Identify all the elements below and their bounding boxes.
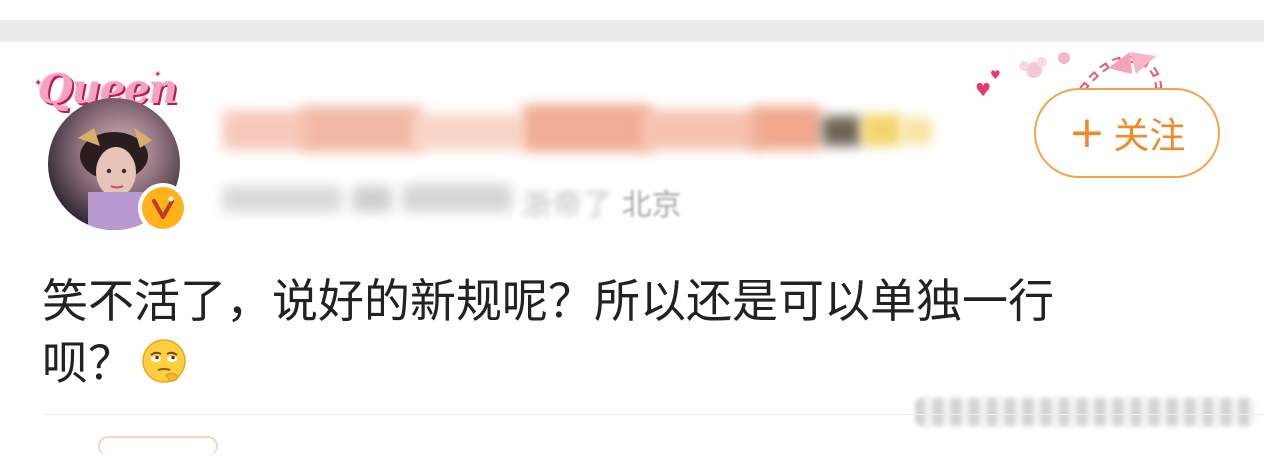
heart-icon: ♥ xyxy=(975,80,992,101)
next-item-partial xyxy=(98,436,218,456)
watermark-blurred xyxy=(915,394,1255,430)
comment-line-2: 呗？ xyxy=(42,332,1222,394)
username-blurred[interactable] xyxy=(222,100,942,160)
verified-badge xyxy=(138,183,188,233)
card-separator xyxy=(0,20,1264,42)
heart-icon: ♥ xyxy=(990,68,1001,82)
top-blank xyxy=(0,0,1264,20)
divider xyxy=(44,414,1264,415)
sparkle-icon: ✦ xyxy=(34,78,43,89)
follow-label: 关注 xyxy=(1113,116,1186,157)
comment-text: 笑不活了，说好的新规呢？所以还是可以单独一行 呗？ xyxy=(42,270,1222,394)
meta-line-blurred xyxy=(222,172,522,222)
plus-icon: + xyxy=(1068,107,1106,158)
comment-line-1: 笑不活了，说好的新规呢？所以还是可以单独一行 xyxy=(42,274,1054,328)
thinking-eye-roll-emoji-icon xyxy=(142,339,186,383)
verified-v-icon xyxy=(152,196,174,219)
follow-button[interactable]: + 关注 xyxy=(1034,88,1220,178)
sparkle-icon: ✦ xyxy=(154,70,162,80)
location-text: 浙帝了 北京 xyxy=(522,188,682,223)
